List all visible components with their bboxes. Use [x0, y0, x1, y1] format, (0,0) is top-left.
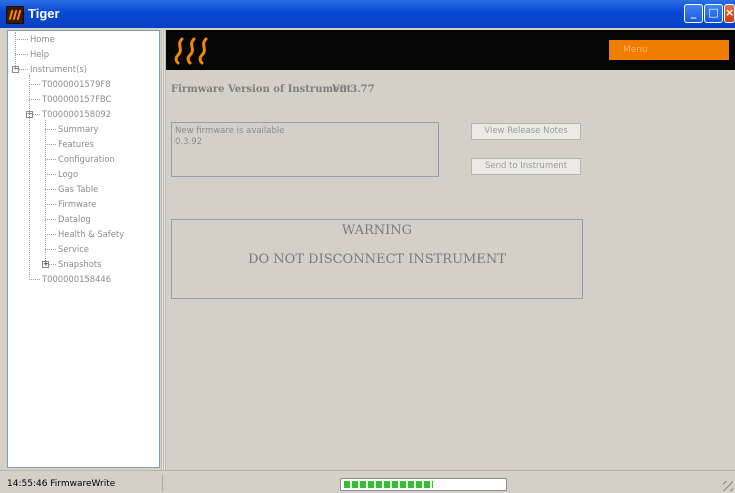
tree-guide-line [15, 32, 16, 68]
status-bar: 14:55:46 FirmwareWrite [0, 470, 735, 493]
tree-connector [29, 279, 40, 280]
tree-guide-line [45, 120, 46, 263]
tree-connector [15, 54, 28, 55]
navigation-tree[interactable]: Home Help Instrument(s) − T0000001579F8 T0000… [7, 30, 160, 468]
tree-item-summary[interactable]: Summary [58, 122, 98, 136]
tree-connector [15, 39, 28, 40]
tree-item-t0000001579f8[interactable]: T0000001579F8 [42, 77, 111, 91]
tree-connector [29, 99, 40, 100]
progress-fill [344, 481, 433, 488]
tree-connector [45, 219, 56, 220]
new-firmware-version: 0.3.92 [175, 137, 203, 147]
tree-item-datalog[interactable]: Datalog [58, 212, 91, 226]
warning-title: WARNING [341, 223, 413, 238]
tree-item-t000000158446[interactable]: T000000158446 [42, 272, 111, 286]
tree-connector [45, 234, 56, 235]
tree-item-snapshots[interactable]: Snapshots [58, 257, 102, 271]
tree-item-t000000157fbc[interactable]: T000000157FBC [42, 92, 111, 106]
warning-message: DO NOT DISCONNECT INSTRUMENT [248, 252, 506, 267]
firmware-version-label: Firmware Version of Instrument [171, 84, 352, 95]
tree-item-home[interactable]: Home [30, 32, 55, 46]
tree-item-features[interactable]: Features [58, 137, 94, 151]
tree-item-t000000158092[interactable]: T000000158092 [42, 107, 111, 121]
tree-guide-line [29, 75, 30, 277]
flame-logo-icon [174, 37, 208, 65]
tree-item-instrument-s[interactable]: Instrument(s) [30, 62, 87, 76]
view-release-notes-button[interactable]: View Release Notes [471, 123, 581, 140]
progress-bar [340, 478, 507, 491]
tree-connector [45, 129, 56, 130]
title-bar[interactable]: Tiger _ □ × [0, 0, 735, 28]
tree-item-health-safety[interactable]: Health & Safety [58, 227, 124, 241]
tree-connector [45, 204, 56, 205]
tree-connector [29, 84, 40, 85]
tree-connector [45, 144, 56, 145]
menu-button[interactable]: Menu [609, 40, 729, 60]
tree-connector [45, 189, 56, 190]
tree-connector [45, 249, 56, 250]
tree-connector [45, 159, 56, 160]
send-to-instrument-button[interactable]: Send to Instrument [471, 158, 581, 175]
tree-item-configuration[interactable]: Configuration [58, 152, 115, 166]
close-button[interactable]: × [724, 4, 735, 23]
tree-item-logo[interactable]: Logo [58, 167, 78, 181]
status-divider [162, 475, 163, 491]
tree-item-help[interactable]: Help [30, 47, 49, 61]
new-firmware-message: New firmware is available [175, 126, 285, 136]
status-text: 14:55:46 FirmwareWrite [7, 479, 116, 489]
header-banner: Menu [166, 30, 735, 70]
tree-connector [45, 174, 56, 175]
tree-item-service[interactable]: Service [58, 242, 89, 256]
main-content: Menu Firmware Version of Instrument V0.3… [166, 30, 735, 470]
new-firmware-panel: New firmware is available 0.3.92 [171, 122, 439, 177]
minimize-button[interactable]: _ [684, 4, 703, 23]
window-title: Tiger [28, 6, 60, 21]
warning-panel: WARNING DO NOT DISCONNECT INSTRUMENT [171, 219, 583, 299]
app-logo-icon [6, 6, 24, 24]
resize-grip-icon[interactable] [723, 481, 733, 491]
tree-item-gas-table[interactable]: Gas Table [58, 182, 98, 196]
maximize-button[interactable]: □ [704, 4, 723, 23]
firmware-version-value: V0.3.77 [332, 84, 375, 95]
tree-item-firmware[interactable]: Firmware [58, 197, 96, 211]
